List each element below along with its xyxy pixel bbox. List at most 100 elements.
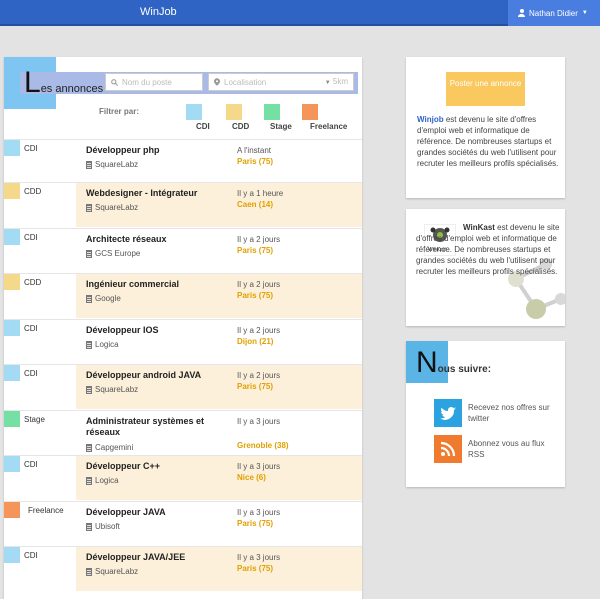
contract-type-label: Stage: [24, 415, 45, 424]
contract-type-marker: [4, 320, 20, 336]
building-icon: [86, 249, 92, 258]
job-row[interactable]: CDI Développeur android JAVA SquareLabz …: [4, 364, 362, 409]
company: Ubisoft: [86, 522, 120, 531]
contract-type-marker: [4, 502, 20, 518]
winkast-panel: WinKast WinKast est devenu le site d'off…: [406, 209, 565, 326]
job-city: Caen (14): [237, 200, 274, 209]
job-row[interactable]: CDD Ingénieur commercial Google Il y a 2…: [4, 273, 362, 318]
job-title[interactable]: Développeur android JAVA: [86, 370, 226, 381]
contract-type-marker: [4, 365, 20, 381]
company: SquareLabz: [86, 160, 138, 169]
contract-type-marker: [4, 411, 20, 427]
job-row[interactable]: CDI Architecte réseaux GCS Europe Il y a…: [4, 228, 362, 273]
posted-time: Il y a 3 jours: [237, 417, 281, 426]
building-icon: [86, 203, 92, 212]
filter-swatch: [226, 104, 242, 120]
brand-logo[interactable]: WinJob: [140, 6, 177, 18]
contract-type-marker: [4, 547, 20, 563]
job-city: Nice (6): [237, 473, 266, 482]
filter-stage[interactable]: Stage: [264, 104, 292, 131]
posted-time: Il y a 3 jours: [237, 553, 281, 562]
job-title[interactable]: Développeur php: [86, 145, 226, 156]
job-title[interactable]: Développeur C++: [86, 461, 226, 472]
page-title: L es annonces: [24, 66, 104, 99]
filter-swatch: [264, 104, 280, 120]
building-icon: [86, 476, 92, 485]
posted-time: Il y a 2 jours: [237, 280, 281, 289]
company: Google: [86, 294, 121, 303]
job-city: Paris (75): [237, 246, 274, 255]
user-icon: [518, 9, 525, 17]
job-title[interactable]: Développeur IOS: [86, 325, 226, 336]
follow-panel: N ous suivre: Recevez nos offres sur twi…: [406, 341, 565, 487]
job-city: Paris (75): [237, 157, 274, 166]
user-name: Nathan Didier: [529, 8, 578, 18]
company: Logica: [86, 340, 119, 349]
top-navbar: WinJob Nathan Didier ▼: [0, 0, 600, 26]
caret-down-icon: ▼: [324, 80, 331, 86]
job-title[interactable]: Webdesigner - Intégrateur: [86, 188, 226, 199]
posted-time: Il y a 3 jours: [237, 462, 281, 471]
search-icon: [111, 78, 118, 86]
user-menu[interactable]: Nathan Didier ▼: [508, 0, 600, 26]
contract-type-label: CDI: [24, 551, 38, 560]
job-row[interactable]: Stage Administrateur systèmes et réseaux…: [4, 410, 362, 455]
building-icon: [86, 385, 92, 394]
posted-time: Il y a 2 jours: [237, 371, 281, 380]
rss-link[interactable]: Abonnez vous au flux RSS: [468, 438, 558, 460]
job-row[interactable]: CDI Développeur C++ Logica Il y a 3 jour…: [4, 455, 362, 500]
job-city: Grenoble (38): [237, 441, 289, 450]
contract-type-marker: [4, 183, 20, 199]
post-job-button[interactable]: Poster une annonce: [446, 72, 525, 106]
winkast-text: WinKast est devenu le site d'offres d'em…: [416, 223, 560, 276]
job-row[interactable]: Freelance Développeur JAVA Ubisoft Il y …: [4, 501, 362, 546]
company: Capgemini: [86, 443, 133, 452]
building-icon: [86, 340, 92, 349]
filter-swatch: [186, 104, 202, 120]
job-title[interactable]: Architecte réseaux: [86, 234, 226, 245]
contract-type-label: CDI: [24, 144, 38, 153]
post-job-panel: Poster une annonce Winjob est devenu le …: [406, 57, 565, 198]
job-city: Paris (75): [237, 519, 274, 528]
posted-time: Il y a 2 jours: [237, 235, 281, 244]
job-title[interactable]: Développeur JAVA: [86, 507, 226, 518]
company: SquareLabz: [86, 385, 138, 394]
about-text: Winjob est devenu le site d'offres d'emp…: [417, 115, 559, 168]
contract-type-marker: [4, 456, 20, 472]
job-city: Dijon (21): [237, 337, 274, 346]
filter-label: Filtrer par:: [99, 107, 140, 116]
contract-type-label: CDI: [24, 233, 38, 242]
map-marker-icon: [214, 78, 220, 86]
rss-icon[interactable]: [434, 435, 462, 463]
location-input[interactable]: Localisation ▼ 5km: [208, 73, 354, 91]
contract-type-label: Freelance: [28, 506, 64, 515]
follow-title: N ous suivre:: [416, 346, 492, 379]
job-list-panel: L es annonces Nom du poste Localisation …: [4, 57, 362, 599]
building-icon: [86, 522, 92, 531]
list-header: L es annonces Nom du poste Localisation …: [4, 57, 362, 139]
job-row[interactable]: CDI Développeur IOS Logica Il y a 2 jour…: [4, 319, 362, 364]
filter-swatch: [302, 104, 318, 120]
job-row[interactable]: CDD Webdesigner - Intégrateur SquareLabz…: [4, 182, 362, 227]
job-row[interactable]: CDI Développeur JAVA/JEE SquareLabz Il y…: [4, 546, 362, 591]
radius-select[interactable]: ▼ 5km: [325, 77, 348, 86]
job-title[interactable]: Ingénieur commercial: [86, 279, 226, 290]
filter-freelance[interactable]: Freelance: [302, 104, 347, 131]
building-icon: [86, 443, 92, 452]
company: SquareLabz: [86, 567, 138, 576]
company: SquareLabz: [86, 203, 138, 212]
filter-cdi[interactable]: CDI: [186, 104, 210, 131]
posted-time: Il y a 1 heure: [237, 189, 284, 198]
job-title[interactable]: Développeur JAVA/JEE: [86, 552, 226, 563]
caret-down-icon: ▼: [581, 10, 588, 16]
posted-time: Il y a 3 jours: [237, 508, 281, 517]
contract-type-label: CDI: [24, 324, 38, 333]
job-row[interactable]: CDI Développeur php SquareLabz A l'insta…: [4, 139, 362, 184]
twitter-icon[interactable]: [434, 399, 462, 427]
filter-cdd[interactable]: CDD: [226, 104, 249, 131]
job-title[interactable]: Administrateur systèmes et réseaux: [86, 416, 226, 438]
job-search-input[interactable]: Nom du poste: [105, 73, 203, 91]
contract-type-marker: [4, 140, 20, 156]
twitter-link[interactable]: Recevez nos offres sur twitter: [468, 402, 560, 424]
posted-time: Il y a 2 jours: [237, 326, 281, 335]
